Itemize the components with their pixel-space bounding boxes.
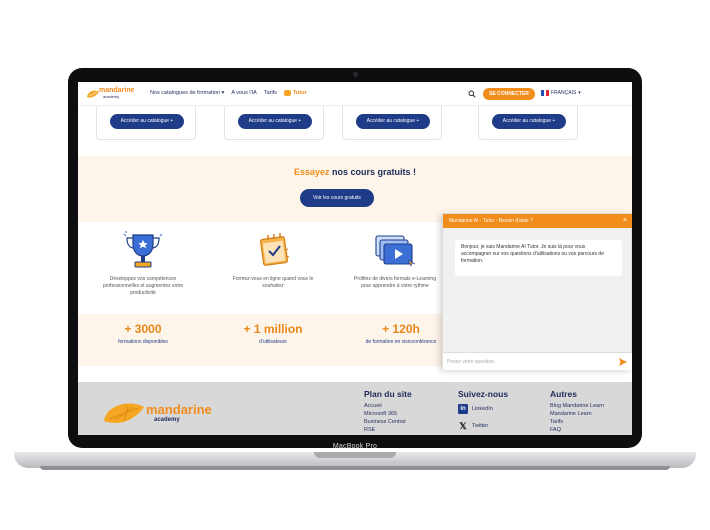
catalog-button[interactable]: Accéder au catalogue + [492, 114, 566, 129]
stat-item: + 1 million d'utilisateurs [218, 322, 328, 345]
laptop-mockup: mandarine academy Nos catalogues de form… [0, 0, 710, 530]
stat-number: + 3000 [124, 322, 162, 336]
chevron-down-icon: ▾ [578, 90, 581, 96]
ai-tutor-chat: Mandarine AI - Tutor - Besoin d'aide ? ×… [442, 213, 632, 370]
linkedin-icon: in [458, 404, 468, 414]
footer-others: Autres Blog Mandarine Learn Mandarine Le… [550, 389, 604, 434]
laptop-screen: mandarine academy Nos catalogues de form… [78, 82, 632, 435]
stat-number: + 120h [382, 322, 420, 336]
logo-name: mandarine [99, 87, 135, 94]
feature-text: Profitez de divers formats e-Learning po… [354, 276, 436, 289]
mandarine-logo-icon [104, 403, 144, 424]
stat-item: + 3000 formations disponibles [88, 322, 198, 345]
search-icon[interactable] [468, 90, 476, 98]
nav-tarifs[interactable]: Tarifs [264, 90, 277, 96]
feature-text: Formez-vous en ligne quand vous le souha… [232, 276, 314, 289]
catalog-button[interactable]: Accéder au catalogue + [110, 114, 184, 129]
feature-item: Développez vos compétences professionnel… [88, 230, 198, 297]
device-label: MacBook Pro [332, 443, 378, 450]
footer-logo-sub: academy [154, 417, 180, 423]
footer-link[interactable]: RSE [364, 426, 412, 434]
feature-item: Formez-vous en ligne quand vous le souha… [218, 230, 328, 290]
chat-input[interactable] [447, 356, 612, 368]
laptop-notch [314, 452, 396, 458]
camera [353, 72, 358, 77]
free-courses-button[interactable]: Voir les cours gratuits [300, 189, 374, 207]
stat-label: d'utilisateurs [259, 339, 287, 345]
x-twitter-icon: 𝕏 [459, 421, 467, 431]
footer-social: Suivez-nous in LinkedIn 𝕏 Twitter [458, 389, 508, 433]
footer-link[interactable]: Mandarine Learn [550, 410, 604, 418]
footer-link[interactable]: Tarifs [550, 418, 604, 426]
footer-heading: Plan du site [364, 389, 412, 399]
send-icon[interactable] [619, 358, 627, 366]
site-logo[interactable]: mandarine academy [86, 87, 134, 101]
footer-link[interactable]: Business Central [364, 418, 412, 426]
catalog-button[interactable]: Accéder au catalogue + [356, 114, 430, 129]
site-footer: mandarine academy Plan du site Accueil M… [78, 382, 632, 435]
logo-sub: academy [103, 94, 120, 99]
nav-ai[interactable]: A vous l'IA [231, 90, 257, 96]
footer-sitemap: Plan du site Accueil Microsoft 365 Busin… [364, 389, 412, 434]
catalog-card: Accéder au catalogue + [478, 106, 578, 140]
french-flag-icon [541, 90, 550, 96]
tutor-icon [283, 90, 291, 96]
footer-link[interactable]: Blog Mandarine Learn [550, 402, 604, 410]
chat-message: Bonjour, je suis Mandarine AI Tutor. Je … [455, 240, 622, 276]
login-button[interactable]: SE CONNECTER [483, 88, 535, 100]
catalog-card: Accéder au catalogue + [96, 106, 196, 140]
trophy-icon [123, 231, 163, 268]
site-header: mandarine academy Nos catalogues de form… [78, 82, 632, 106]
nav-catalogues[interactable]: Nos catalogues de formation ▾ [150, 90, 224, 96]
chevron-down-icon: ▾ [221, 90, 225, 96]
mandarine-logo-icon [87, 90, 99, 98]
footer-logo-name: mandarine [146, 402, 212, 417]
stat-item: + 120h de formation en visioconférence [346, 322, 456, 345]
footer-link[interactable]: FAQ [550, 426, 604, 434]
stat-number: + 1 million [243, 322, 303, 336]
twitter-link[interactable]: 𝕏 Twitter [458, 419, 508, 433]
stat-label: formations disponibles [118, 339, 168, 345]
feature-item: Profitez de divers formats e-Learning po… [340, 230, 450, 290]
footer-link[interactable]: Accueil [364, 402, 412, 410]
footer-heading: Suivez-nous [458, 389, 509, 399]
catalog-card: Accéder au catalogue + [342, 106, 442, 140]
feature-text: Développez vos compétences professionnel… [102, 276, 184, 296]
main-nav: Nos catalogues de formation ▾ A vous l'I… [150, 90, 307, 96]
close-icon[interactable]: × [623, 214, 627, 228]
stat-label: de formation en visioconférence [365, 339, 437, 345]
laptop-foot [40, 466, 670, 470]
footer-heading: Autres [550, 389, 577, 399]
nav-tutor[interactable]: Tutor [283, 90, 307, 96]
language-selector[interactable]: FRANÇAIS ▾ [541, 90, 581, 96]
calendar-icon [259, 233, 290, 266]
footer-link[interactable]: Microsoft 365 [364, 410, 412, 418]
catalog-button[interactable]: Accéder au catalogue + [238, 114, 312, 129]
footer-logo[interactable]: mandarine academy [102, 397, 222, 427]
free-courses-title: Essayez nos cours gratuits ! [293, 167, 417, 177]
linkedin-link[interactable]: in LinkedIn [458, 402, 508, 416]
video-formats-icon [375, 235, 416, 267]
chat-header: Mandarine AI - Tutor - Besoin d'aide ? × [443, 214, 632, 228]
chat-input-bar [443, 352, 632, 370]
catalog-card: Accéder au catalogue + [224, 106, 324, 140]
chat-title: Mandarine AI - Tutor - Besoin d'aide ? [449, 218, 533, 224]
